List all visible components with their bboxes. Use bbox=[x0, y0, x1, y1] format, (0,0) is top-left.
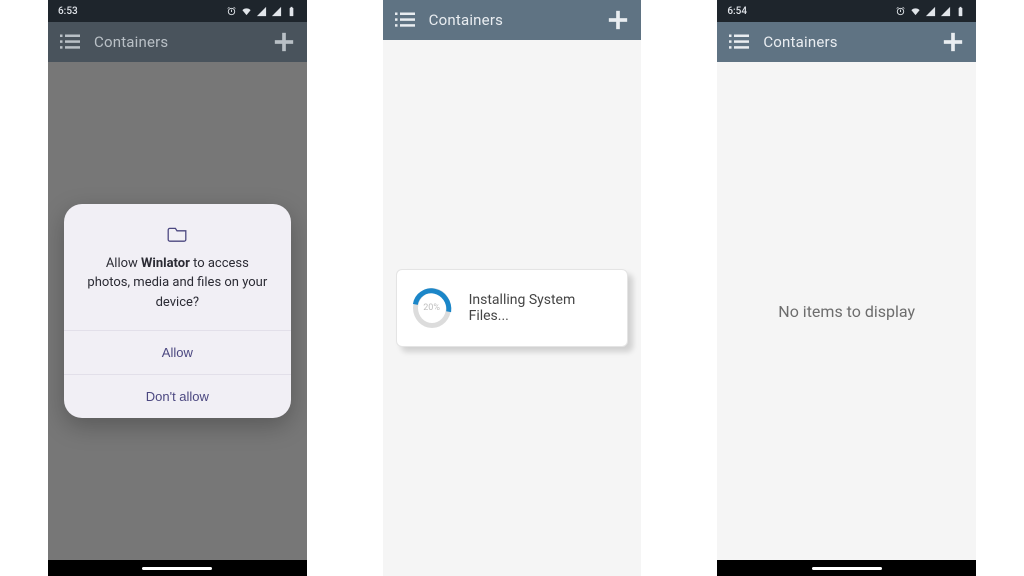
progress-spinner: 20% bbox=[413, 288, 451, 328]
phone-screen-empty: 6:54 Containers No items to display bbox=[717, 0, 976, 576]
status-time: 6:54 bbox=[727, 6, 747, 17]
wifi-icon bbox=[910, 6, 921, 17]
plus-icon[interactable] bbox=[273, 31, 295, 53]
signal-icon-2 bbox=[940, 6, 951, 17]
list-icon[interactable] bbox=[395, 12, 415, 28]
app-bar: Containers bbox=[717, 22, 976, 62]
status-bar: 6:53 bbox=[48, 0, 307, 22]
permission-actions: Allow Don't allow bbox=[64, 330, 292, 418]
progress-card: 20% Installing System Files... bbox=[396, 269, 629, 347]
empty-state-text: No items to display bbox=[778, 302, 915, 321]
main-area: Allow Winlator to access photos, media a… bbox=[48, 62, 307, 560]
battery-icon bbox=[955, 6, 966, 17]
status-bar: 6:54 bbox=[717, 0, 976, 22]
battery-icon bbox=[286, 6, 297, 17]
list-icon[interactable] bbox=[729, 34, 749, 50]
wifi-icon bbox=[241, 6, 252, 17]
main-area: 20% Installing System Files... bbox=[383, 40, 642, 576]
main-area: No items to display bbox=[717, 62, 976, 560]
status-icons bbox=[895, 6, 966, 17]
allow-button[interactable]: Allow bbox=[64, 330, 292, 374]
folder-icon bbox=[167, 226, 187, 242]
permission-prompt: Allow Winlator to access photos, media a… bbox=[64, 204, 292, 331]
page-title: Containers bbox=[429, 11, 594, 29]
nav-bar bbox=[48, 560, 307, 576]
deny-button[interactable]: Don't allow bbox=[64, 374, 292, 418]
prompt-prefix: Allow bbox=[106, 256, 141, 271]
nav-pill[interactable] bbox=[142, 567, 212, 570]
signal-icon bbox=[256, 6, 267, 17]
app-bar: Containers bbox=[383, 0, 642, 40]
alarm-icon bbox=[895, 6, 906, 17]
plus-icon[interactable] bbox=[607, 9, 629, 31]
progress-label: Installing System Files... bbox=[469, 292, 612, 324]
list-icon[interactable] bbox=[60, 34, 80, 50]
signal-icon bbox=[925, 6, 936, 17]
permission-dialog: Allow Winlator to access photos, media a… bbox=[64, 204, 292, 419]
page-title: Containers bbox=[763, 33, 928, 51]
app-name: Winlator bbox=[141, 256, 190, 271]
phone-screen-installing: Containers 20% Installing System Files..… bbox=[383, 0, 642, 576]
nav-pill[interactable] bbox=[812, 567, 882, 570]
page-title: Containers bbox=[94, 33, 259, 51]
status-time: 6:53 bbox=[58, 6, 78, 17]
phone-screen-permission: 6:53 Containers Allow Winlator to access… bbox=[48, 0, 307, 576]
signal-icon-2 bbox=[271, 6, 282, 17]
nav-bar bbox=[717, 560, 976, 576]
plus-icon[interactable] bbox=[942, 31, 964, 53]
app-bar: Containers bbox=[48, 22, 307, 62]
status-icons bbox=[226, 6, 297, 17]
alarm-icon bbox=[226, 6, 237, 17]
